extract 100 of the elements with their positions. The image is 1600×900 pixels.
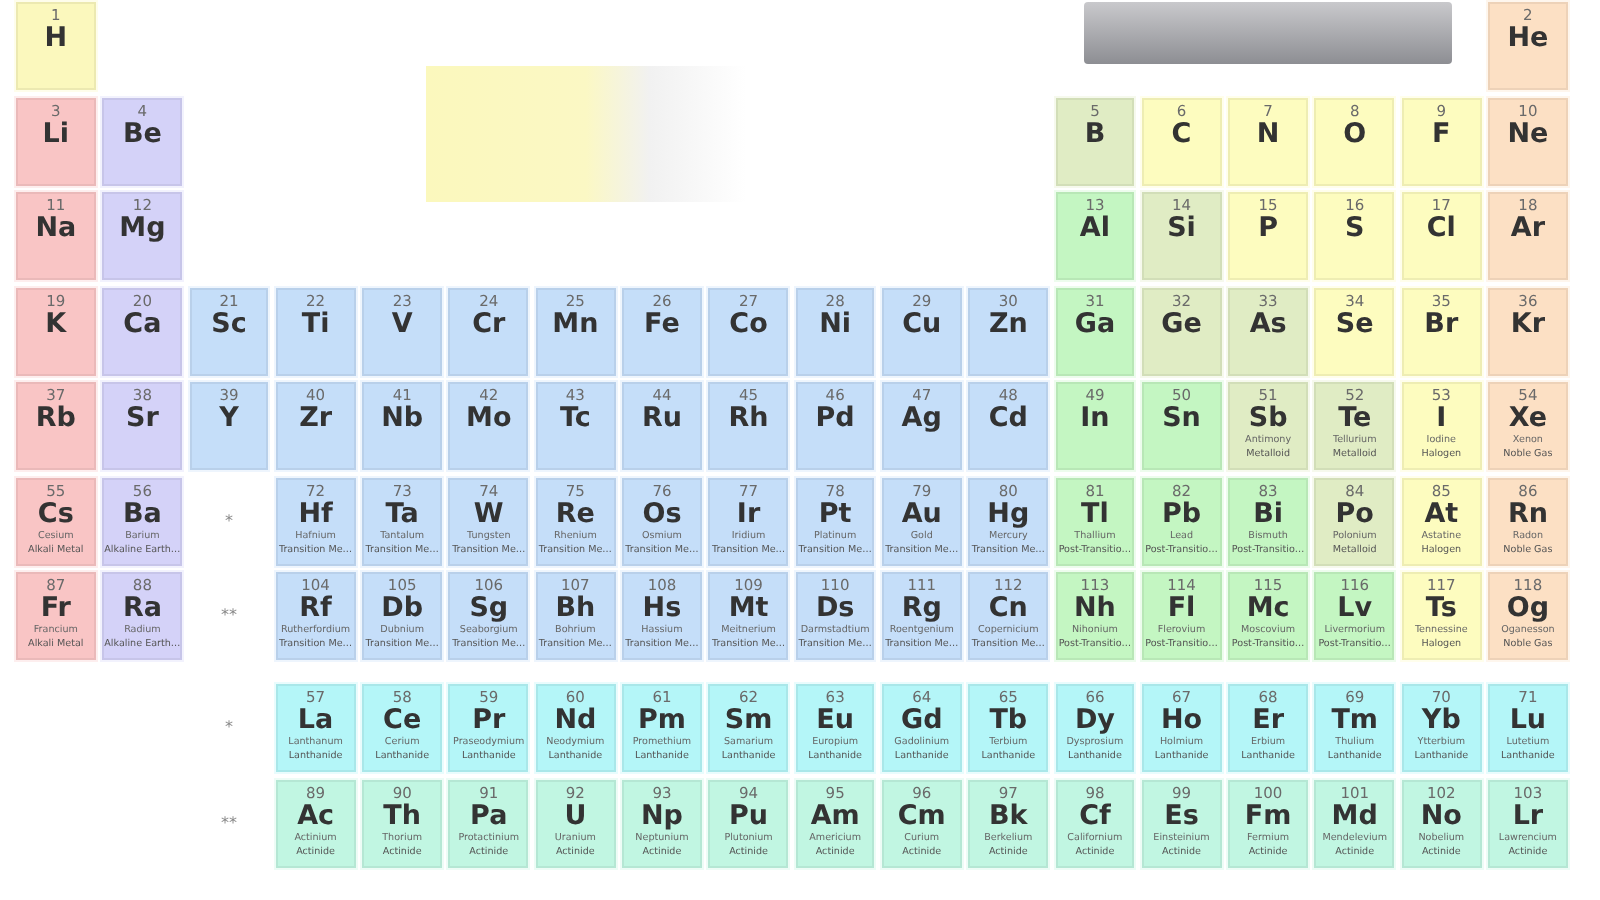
element-symbol: Li bbox=[42, 119, 70, 149]
element-symbol: Yb bbox=[1421, 706, 1461, 736]
element-symbol: Mc bbox=[1246, 594, 1290, 624]
element-symbol: Gd bbox=[900, 706, 943, 736]
element-symbol: Rb bbox=[35, 404, 76, 434]
element-symbol: Ca bbox=[123, 309, 162, 339]
element-symbol: Ba bbox=[122, 499, 162, 529]
element-symbol: Po bbox=[1335, 499, 1374, 529]
element-symbol: Th bbox=[383, 801, 421, 831]
element-symbol: Mt bbox=[728, 594, 769, 624]
element-symbol: Ni bbox=[819, 309, 852, 339]
element-symbol: Pb bbox=[1161, 499, 1202, 529]
element-symbol: Ag bbox=[901, 404, 942, 434]
element-symbol: B bbox=[1084, 119, 1106, 149]
element-symbol: Te bbox=[1338, 404, 1372, 434]
element-symbol: Ru bbox=[641, 404, 682, 434]
element-symbol: Fm bbox=[1244, 801, 1292, 831]
element-symbol: Cn bbox=[988, 594, 1028, 624]
element-symbol: Rn bbox=[1507, 499, 1548, 529]
element-symbol: Bk bbox=[989, 801, 1028, 831]
element-symbol: Cr bbox=[472, 309, 506, 339]
element-symbol: Lv bbox=[1337, 594, 1373, 624]
element-symbol: Pr bbox=[472, 706, 506, 736]
element-symbol: N bbox=[1256, 119, 1280, 149]
element-symbol: P bbox=[1258, 214, 1278, 244]
element-symbol: Be bbox=[122, 119, 162, 149]
element-symbol: K bbox=[45, 309, 67, 339]
element-symbol: Os bbox=[642, 499, 682, 529]
element-symbol: Ts bbox=[1425, 594, 1457, 624]
element-symbol: He bbox=[1507, 24, 1549, 54]
element-symbol: Al bbox=[1079, 214, 1110, 244]
element-symbol: Rg bbox=[901, 594, 942, 624]
element-symbol: Np bbox=[640, 801, 683, 831]
element-symbol: Mn bbox=[552, 309, 599, 339]
element-symbol: H bbox=[44, 24, 68, 54]
element-symbol: Au bbox=[901, 499, 942, 529]
element-symbol: No bbox=[1420, 801, 1462, 831]
element-symbol: U bbox=[564, 801, 587, 831]
element-symbol: Ga bbox=[1074, 309, 1116, 339]
element-symbol: Rh bbox=[728, 404, 769, 434]
element-symbol: Cf bbox=[1079, 801, 1111, 831]
element-symbol: Ir bbox=[736, 499, 761, 529]
element-symbol: Mg bbox=[119, 214, 166, 244]
element-symbol: Sb bbox=[1248, 404, 1288, 434]
element-symbol: Am bbox=[810, 801, 860, 831]
element-symbol: Sr bbox=[126, 404, 159, 434]
element-symbol: Ge bbox=[1161, 309, 1202, 339]
element-symbol: Zn bbox=[988, 309, 1028, 339]
element-symbol: Cm bbox=[897, 801, 946, 831]
series-marker: ** bbox=[220, 604, 237, 628]
element-symbol: Er bbox=[1252, 706, 1284, 736]
element-symbol: Ne bbox=[1507, 119, 1549, 149]
element-symbol: Cu bbox=[902, 309, 942, 339]
element-symbol: Og bbox=[1506, 594, 1550, 624]
element-symbol: I bbox=[1436, 404, 1447, 434]
element-symbol: Ce bbox=[383, 706, 422, 736]
element-symbol: Tc bbox=[559, 404, 591, 434]
series-marker: * bbox=[224, 509, 233, 533]
element-symbol: Sm bbox=[724, 706, 773, 736]
element-symbol: W bbox=[473, 499, 504, 529]
element-symbol: Pt bbox=[818, 499, 852, 529]
element-symbol: Md bbox=[1331, 801, 1378, 831]
element-symbol: Si bbox=[1167, 214, 1196, 244]
element-symbol: Re bbox=[555, 499, 595, 529]
element-symbol: In bbox=[1080, 404, 1110, 434]
element-symbol: Ds bbox=[815, 594, 855, 624]
element-symbol: Eu bbox=[816, 706, 854, 736]
element-symbol: Xe bbox=[1508, 404, 1548, 434]
element-symbol: Hf bbox=[298, 499, 333, 529]
element-symbol: Hs bbox=[642, 594, 682, 624]
element-symbol: O bbox=[1343, 119, 1367, 149]
series-marker: ** bbox=[220, 811, 237, 835]
element-symbol: As bbox=[1249, 309, 1287, 339]
element-symbol: Rf bbox=[299, 594, 332, 624]
element-symbol: Ar bbox=[1510, 214, 1545, 244]
element-symbol: Kr bbox=[1510, 309, 1545, 339]
element-symbol: Ac bbox=[297, 801, 335, 831]
element-symbol: Mo bbox=[466, 404, 512, 434]
element-symbol: Co bbox=[729, 309, 768, 339]
element-symbol: Sc bbox=[211, 309, 247, 339]
element-symbol: Na bbox=[35, 214, 77, 244]
element-symbol: Ra bbox=[122, 594, 162, 624]
element-symbol: Nd bbox=[554, 706, 597, 736]
element-symbol: Cl bbox=[1426, 214, 1456, 244]
element-symbol: Pa bbox=[470, 801, 508, 831]
element-symbol: Fr bbox=[40, 594, 71, 624]
element-symbol: Br bbox=[1424, 309, 1459, 339]
element-symbol: Sn bbox=[1162, 404, 1201, 434]
element-symbol: Es bbox=[1164, 801, 1199, 831]
element-symbol: Cd bbox=[988, 404, 1028, 434]
element-symbol: Pu bbox=[729, 801, 769, 831]
element-symbol: V bbox=[391, 309, 413, 339]
element-symbol: Ho bbox=[1160, 706, 1203, 736]
element-symbol: Bi bbox=[1253, 499, 1284, 529]
element-symbol: Cs bbox=[37, 499, 74, 529]
element-symbol: Lu bbox=[1509, 706, 1547, 736]
element-symbol: Nb bbox=[381, 404, 424, 434]
element-symbol: Bh bbox=[555, 594, 596, 624]
element-symbol: F bbox=[1432, 119, 1451, 149]
element-symbol: Pm bbox=[637, 706, 686, 736]
